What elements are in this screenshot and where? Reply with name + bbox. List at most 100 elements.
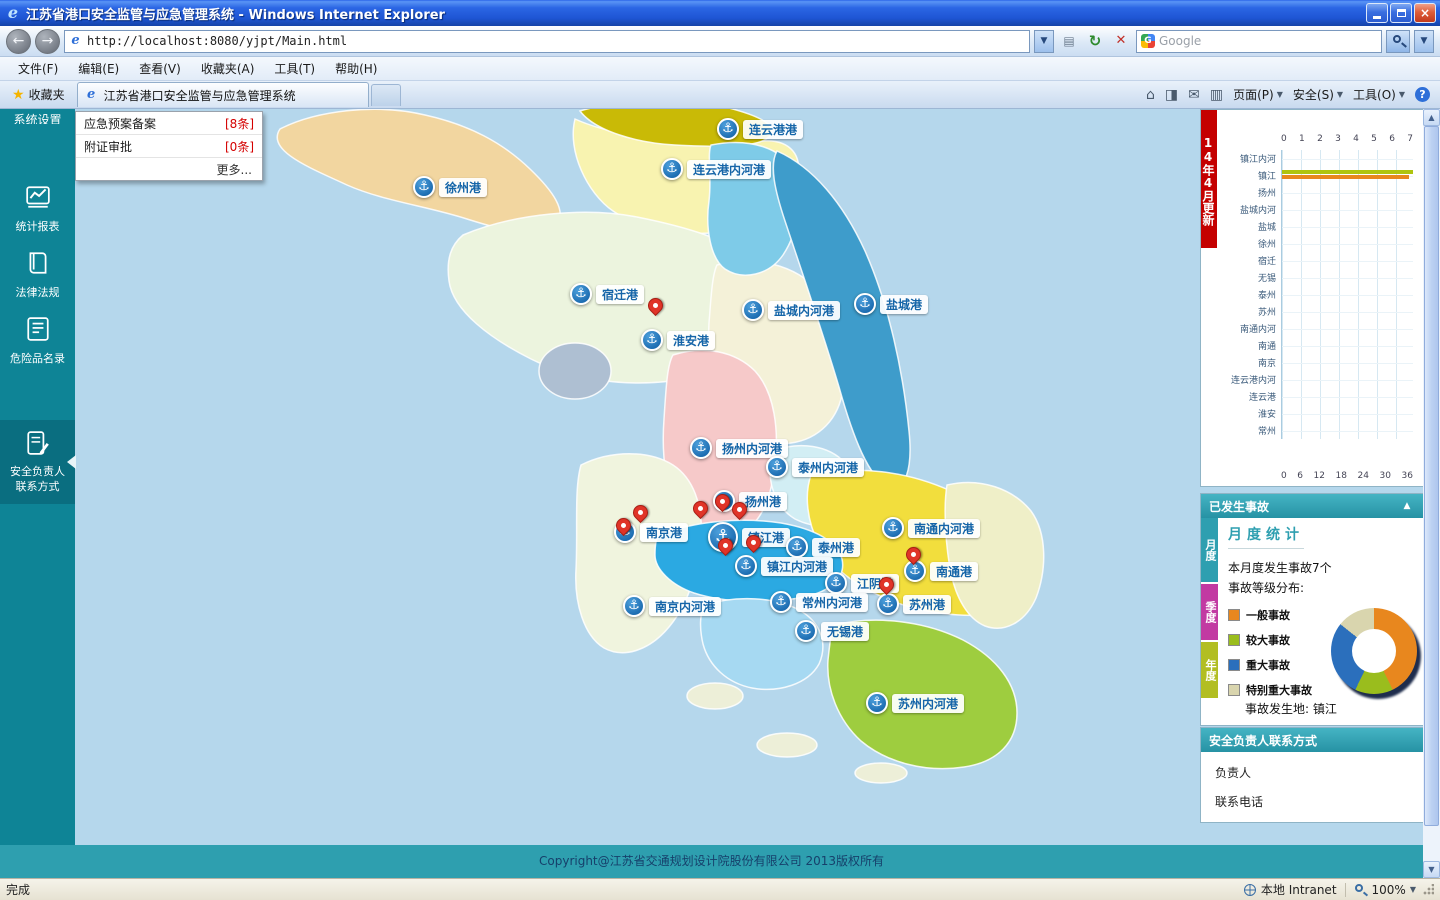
sidebar-item-chart[interactable]: 统计报表	[0, 176, 75, 242]
print-icon[interactable]: ▥	[1210, 87, 1223, 103]
port-marker[interactable]: ⚓苏州港	[877, 593, 951, 615]
port-marker[interactable]: ⚓镇江内河港	[735, 555, 833, 577]
port-label: 南通内河港	[908, 519, 980, 538]
tab-active[interactable]: e 江苏省港口安全监管与应急管理系统	[77, 82, 369, 107]
menu-item[interactable]: 工具(T)	[264, 57, 325, 80]
quick-row-count: [0条]	[225, 138, 254, 155]
mail-icon[interactable]: ✉	[1188, 87, 1200, 103]
axis-tick: 12	[1314, 471, 1325, 481]
quick-menu-row[interactable]: 附证审批 [0条]	[76, 135, 262, 158]
accident-tab-月度[interactable]: 月度	[1201, 518, 1218, 582]
anchor-icon: ⚓	[570, 283, 592, 305]
tools-menu-button[interactable]: 工具(O)▼	[1353, 86, 1405, 103]
legend-item: 一般事故	[1228, 602, 1321, 627]
search-box[interactable]: G Google	[1136, 30, 1382, 53]
legend-label: 较大事故	[1246, 632, 1290, 648]
legend-label: 特别重大事故	[1246, 682, 1312, 698]
chart-row-label: 南通	[1201, 339, 1281, 352]
url-text[interactable]: http://localhost:8080/yjpt/Main.html	[87, 34, 1026, 48]
zoom-caret-icon[interactable]: ▼	[1410, 885, 1416, 894]
chart-row-track	[1281, 337, 1413, 354]
vertical-scrollbar[interactable]: ▲ ▼	[1423, 109, 1440, 878]
sidebar-item-book[interactable]: 法律法规	[0, 242, 75, 308]
close-button[interactable]: ×	[1414, 3, 1436, 23]
sidebar-item-system-settings[interactable]: 系统设置	[0, 109, 75, 124]
feeds-icon[interactable]: ◨	[1165, 87, 1178, 103]
port-marker[interactable]: ⚓连云港内河港	[661, 158, 771, 180]
port-marker[interactable]: ⚓南通内河港	[882, 517, 980, 539]
scroll-up-arrow[interactable]: ▲	[1423, 109, 1440, 126]
contact-panel-header[interactable]: 安全负责人联系方式	[1201, 728, 1423, 752]
scroll-down-arrow[interactable]: ▼	[1423, 861, 1440, 878]
menu-item[interactable]: 收藏夹(A)	[191, 57, 265, 80]
scroll-thumb[interactable]	[1424, 126, 1439, 826]
port-label: 泰州内河港	[792, 458, 864, 477]
tab-favicon: e	[84, 88, 99, 103]
port-marker[interactable]: ⚓宿迁港	[570, 283, 644, 305]
accident-panel-header[interactable]: 已发生事故 ▲	[1201, 494, 1423, 518]
chart-row-track	[1281, 371, 1413, 388]
resize-grip[interactable]	[1422, 884, 1434, 896]
maximize-button[interactable]	[1390, 3, 1412, 23]
search-button[interactable]	[1386, 30, 1410, 53]
chart-row: 泰州	[1201, 286, 1413, 303]
accident-tab-年度[interactable]: 年度	[1201, 642, 1218, 698]
legend-color-swatch	[1228, 634, 1240, 646]
new-tab-stub[interactable]	[371, 84, 401, 106]
status-text: 完成	[6, 881, 1244, 898]
forward-button[interactable]: →	[35, 29, 60, 54]
more-link[interactable]: 更多...	[76, 158, 262, 180]
port-marker[interactable]: ⚓苏州内河港	[866, 692, 964, 714]
menu-item[interactable]: 查看(V)	[129, 57, 191, 80]
anchor-icon: ⚓	[877, 593, 899, 615]
quick-menu-row[interactable]: 应急预案备案[8条]	[76, 112, 262, 135]
search-input[interactable]: Google	[1159, 34, 1377, 48]
port-marker[interactable]: ⚓徐州港	[413, 176, 487, 198]
port-marker[interactable]: ⚓南京内河港	[623, 595, 721, 617]
axis-tick: 36	[1401, 471, 1412, 481]
address-field[interactable]: e http://localhost:8080/yjpt/Main.html	[64, 30, 1030, 53]
address-dropdown-button[interactable]: ▼	[1034, 30, 1054, 53]
minimize-button[interactable]	[1366, 3, 1388, 23]
sidebar-item-contact[interactable]: 安全负责人联系方式	[0, 420, 75, 504]
search-dropdown-button[interactable]: ▼	[1414, 30, 1434, 53]
port-marker[interactable]: ⚓连云港港	[717, 118, 803, 140]
sidebar-item-list[interactable]: 危险品名录	[0, 308, 75, 374]
favorites-button[interactable]: ★ 收藏夹	[4, 83, 73, 106]
chart-row-label: 连云港内河	[1201, 373, 1281, 386]
quick-row-label: 附证审批	[84, 138, 132, 155]
port-marker[interactable]: ⚓盐城港	[854, 293, 928, 315]
accident-title: 月度统计	[1228, 524, 1304, 549]
chart-row: 淮安	[1201, 405, 1413, 422]
accident-content: 月度统计 本月度发生事故7个 事故等级分布: 一般事故较大事故重大事故特别重大事…	[1218, 518, 1423, 725]
port-marker[interactable]: ⚓常州内河港	[770, 591, 868, 613]
menu-item[interactable]: 帮助(H)	[325, 57, 387, 80]
home-icon[interactable]: ⌂	[1146, 87, 1155, 103]
chart-row-track	[1281, 252, 1413, 269]
port-marker[interactable]: ⚓泰州内河港	[766, 456, 864, 478]
port-marker[interactable]: ⚓淮安港	[641, 329, 715, 351]
menu-item[interactable]: 文件(F)	[8, 57, 68, 80]
page-menu-button[interactable]: 页面(P)▼	[1233, 86, 1283, 103]
help-icon[interactable]: ?	[1415, 87, 1430, 102]
collapse-icon[interactable]: ▲	[1399, 501, 1415, 511]
port-marker[interactable]: ⚓无锡港	[795, 620, 869, 642]
quick-row-label: 应急预案备案	[84, 115, 156, 132]
stop-button[interactable]: ✕	[1110, 30, 1132, 52]
refresh-button[interactable]: ↻	[1084, 30, 1106, 52]
back-button[interactable]: ←	[6, 29, 31, 54]
chart-row: 镇江内河	[1201, 150, 1413, 167]
accident-location: 事故发生地: 镇江	[1245, 700, 1337, 717]
port-marker[interactable]: ⚓盐城内河港	[742, 299, 840, 321]
menu-item[interactable]: 编辑(E)	[68, 57, 129, 80]
chart-bottom-axis: 061218243036	[1281, 471, 1413, 481]
zoom-control[interactable]: 100% ▼	[1354, 883, 1416, 897]
compatibility-view-icon[interactable]: ▤	[1058, 30, 1080, 52]
safety-menu-button[interactable]: 安全(S)▼	[1293, 86, 1343, 103]
chart-row: 盐城	[1201, 218, 1413, 235]
accident-tab-季度[interactable]: 季度	[1201, 584, 1218, 640]
accident-summary: 本月度发生事故7个	[1228, 559, 1417, 576]
axis-tick: 7	[1407, 134, 1413, 144]
chart-row-track	[1281, 150, 1413, 167]
chart-row: 南通	[1201, 337, 1413, 354]
